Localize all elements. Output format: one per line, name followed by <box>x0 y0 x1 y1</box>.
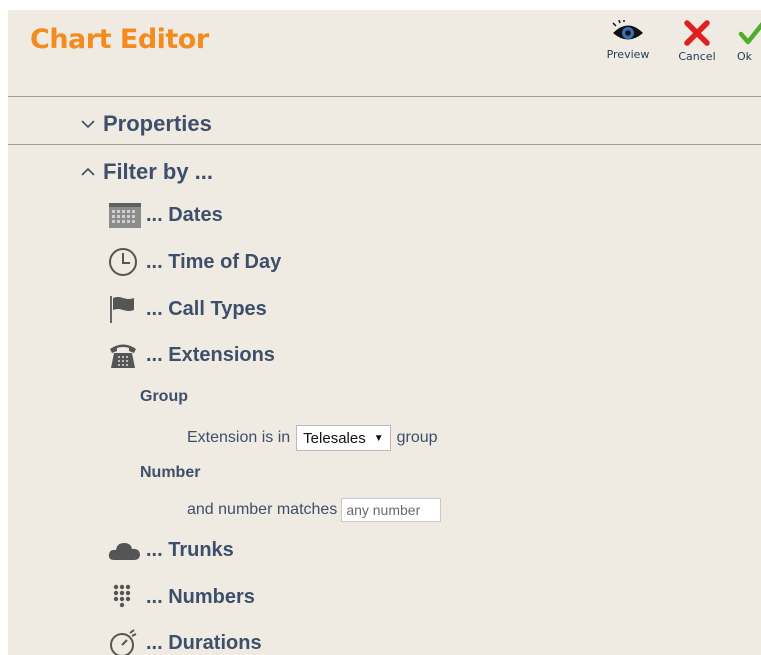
stopwatch-icon <box>110 629 137 655</box>
cancel-label: Cancel <box>678 50 716 63</box>
section-filter-label: Filter by ... <box>103 159 214 184</box>
number-condition: and number matches <box>187 498 442 522</box>
filter-durations[interactable]: ... Durations <box>108 629 262 655</box>
preview-label: Preview <box>606 48 650 61</box>
filter-dates[interactable]: ... Dates <box>108 201 223 229</box>
chart-editor-panel: Chart Editor Preview Cancel Ok Propertie… <box>8 10 761 655</box>
dropdown-arrow-icon: ▼ <box>373 432 384 444</box>
eye-icon <box>612 20 643 40</box>
flag-icon <box>110 296 134 323</box>
group-heading: Group <box>140 388 188 405</box>
clock-icon <box>109 248 137 276</box>
group-select-value: Telesales <box>303 429 366 447</box>
preview-button[interactable]: Preview <box>605 20 651 61</box>
filter-extensions[interactable]: ... Extensions <box>108 341 275 369</box>
group-suffix: group <box>396 429 438 446</box>
filter-numbers-label: ... Numbers <box>146 585 255 608</box>
filter-time-of-day[interactable]: ... Time of Day <box>108 248 281 276</box>
section-properties[interactable]: Properties <box>80 111 212 137</box>
header-divider <box>8 96 761 97</box>
chevron-down-icon <box>81 120 95 129</box>
page-title: Chart Editor <box>30 24 209 55</box>
filter-trunks-label: ... Trunks <box>146 538 234 561</box>
close-icon <box>684 20 710 46</box>
group-select[interactable]: Telesales ▼ <box>296 425 391 451</box>
checkmark-icon <box>738 22 761 45</box>
number-prefix: and number matches <box>187 501 338 518</box>
filter-call-types[interactable]: ... Call Types <box>108 295 267 323</box>
section-filter[interactable]: Filter by ... <box>80 159 213 185</box>
filter-durations-label: ... Durations <box>146 631 262 654</box>
filter-numbers[interactable]: ... Numbers <box>108 583 255 611</box>
filter-dates-label: ... Dates <box>146 203 223 226</box>
section-divider <box>8 144 761 145</box>
group-prefix: Extension is in <box>187 429 291 446</box>
filter-trunks[interactable]: ... Trunks <box>108 536 234 564</box>
telephone-icon <box>110 344 136 368</box>
cancel-button[interactable]: Cancel <box>671 20 723 63</box>
filter-call-types-label: ... Call Types <box>146 297 267 320</box>
number-heading: Number <box>140 464 201 481</box>
ok-button[interactable]: Ok <box>734 20 761 63</box>
cloud-icon <box>108 543 140 560</box>
section-properties-label: Properties <box>103 111 212 136</box>
chevron-up-icon <box>81 167 95 176</box>
filter-extensions-label: ... Extensions <box>146 343 275 366</box>
filter-time-of-day-label: ... Time of Day <box>146 250 282 273</box>
group-condition: Extension is in Telesales ▼ group <box>187 425 438 451</box>
number-input[interactable] <box>341 498 442 522</box>
keypad-icon <box>113 584 131 608</box>
ok-label: Ok <box>737 50 753 63</box>
calendar-icon <box>109 203 141 228</box>
